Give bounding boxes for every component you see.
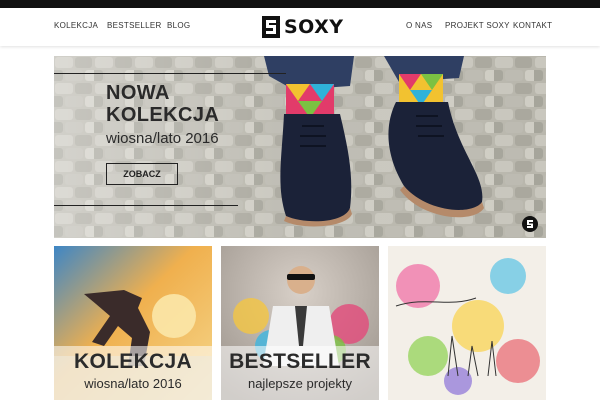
nav-link-o-nas[interactable]: O NAS bbox=[406, 21, 432, 30]
nav-link-kolekcja[interactable]: KOLEKCJA bbox=[54, 21, 98, 30]
tile-bestseller[interactable]: BESTSELLER najlepsze projekty bbox=[221, 246, 379, 400]
tile-subtitle: najlepsze projekty bbox=[247, 376, 353, 391]
tile-title: KOLEKCJA bbox=[74, 350, 192, 373]
nav-link-kontakt[interactable]: KONTAKT bbox=[513, 21, 552, 30]
top-bar bbox=[0, 0, 600, 8]
tile-blog-image bbox=[388, 246, 546, 400]
nav-link-projekt-soxy[interactable]: PROJEKT SOXY bbox=[445, 21, 510, 30]
soxy-badge-icon bbox=[522, 216, 538, 232]
logo[interactable]: SOXY bbox=[262, 15, 344, 39]
hero-cta-button[interactable]: ZOBACZ bbox=[106, 163, 178, 185]
logo-text: SOXY bbox=[284, 16, 344, 38]
soxy-logo-icon bbox=[262, 16, 280, 38]
tile-kolekcja[interactable]: KOLEKCJA wiosna/lato 2016 bbox=[54, 246, 212, 400]
nav-link-bestseller[interactable]: BESTSELLER bbox=[107, 21, 162, 30]
tile-blog[interactable] bbox=[388, 246, 546, 400]
hero-line-bottom bbox=[54, 205, 238, 206]
hero-title: NOWA KOLEKCJA bbox=[106, 82, 220, 126]
hero-subtitle: wiosna/lato 2016 bbox=[106, 130, 219, 147]
tile-title: BESTSELLER bbox=[229, 350, 371, 373]
tile-subtitle: wiosna/lato 2016 bbox=[84, 376, 182, 391]
site-header: KOLEKCJA BESTSELLER BLOG SOXY O NAS PROJ… bbox=[0, 8, 600, 46]
hero-banner[interactable]: NOWA KOLEKCJA wiosna/lato 2016 ZOBACZ bbox=[54, 56, 546, 238]
hero-line-top bbox=[54, 73, 286, 74]
nav-link-blog[interactable]: BLOG bbox=[167, 21, 190, 30]
